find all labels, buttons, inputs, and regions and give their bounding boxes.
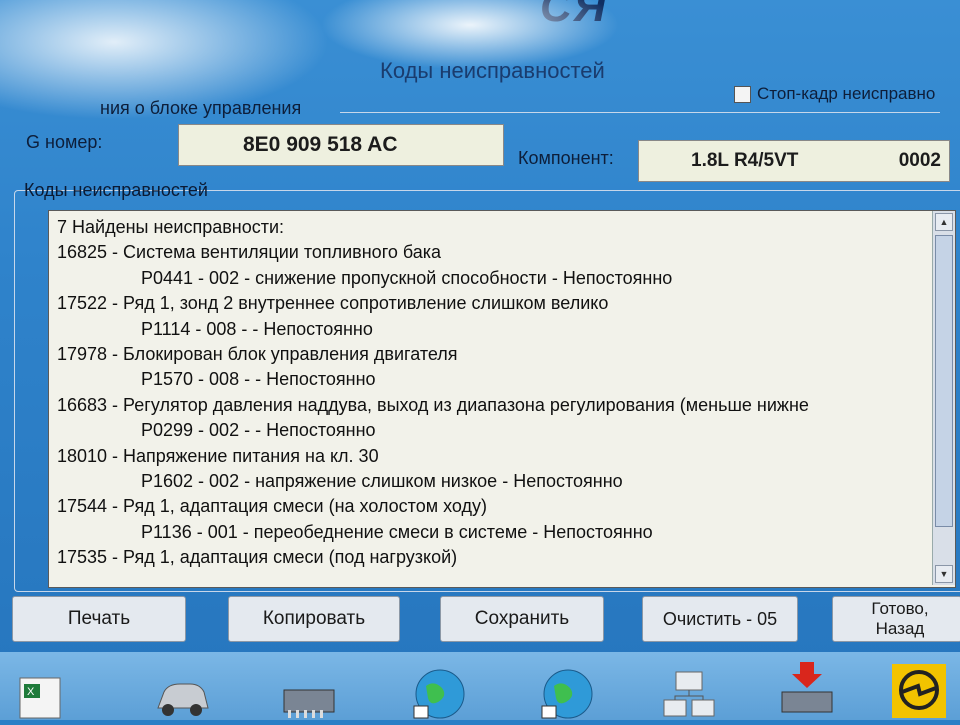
scroll-up-icon[interactable]: ▲ [935,213,953,231]
faults-scrollbar[interactable]: ▲ ▼ [932,211,955,585]
fault-code-row: 18010 - Напряжение питания на кл. 30 [57,445,379,466]
fault-codes-list[interactable]: 7 Найдены неисправности: 16825 - Система… [48,210,956,588]
part-number-field: 8E0 909 518 AC [178,124,504,166]
fault-detail-row: P1602 - 002 - напряжение слишком низкое … [141,471,623,492]
freeze-frame-label: Стоп-кадр неисправно [757,84,936,103]
copy-button[interactable]: Копировать [228,596,400,642]
fault-codes-content: 7 Найдены неисправности: 16825 - Система… [57,215,929,571]
clear-codes-button[interactable]: Очистить - 05 [642,596,798,642]
window-title: Коды неисправностей [380,58,605,83]
freeze-frame-checkbox[interactable] [734,85,751,103]
fault-code-row: 17522 - Ряд 1, зонд 2 внутреннее сопроти… [57,293,609,314]
opel-icon[interactable] [888,662,950,720]
taskbar: X [0,652,960,720]
freeze-frame-toggle[interactable]: Стоп-кадр неисправно [734,84,935,104]
fault-detail-row: P0299 - 002 - - Непостоянно [141,420,376,441]
save-button[interactable]: Сохранить [440,596,604,642]
component-code: 0002 [898,150,941,171]
done-back-button[interactable]: Готово, Назад [832,596,960,642]
fault-detail-row: P0441 - 002 - снижение пропускной способ… [141,267,673,288]
print-button[interactable]: Печать [12,596,186,642]
vcds-window: СЯ Коды неисправностей Стоп-кадр неиспра… [0,0,960,660]
part-number-label: G номер: [26,132,103,152]
component-value: 1.8L R4/5VT [691,150,799,171]
scroll-thumb[interactable] [935,235,953,527]
component-field: 1.8L R4/5VT 0002 [638,140,950,182]
part-number-value: 8E0 909 518 AC [243,133,398,156]
fault-detail-row: P1136 - 001 - переобеднение смеси в сист… [141,521,653,542]
fault-code-row: 17544 - Ряд 1, адаптация смеси (на холос… [57,496,488,517]
globe-icon[interactable] [408,662,470,720]
svg-text:X: X [27,686,35,698]
excel-icon[interactable]: X [10,662,72,720]
chip-icon[interactable] [278,662,340,720]
ecu-group-divider [340,112,940,113]
faults-summary: 7 Найдены неисправности: [57,217,285,237]
action-buttons: Печать Копировать Сохранить Очистить - 0… [0,596,960,652]
fault-code-row: 16683 - Регулятор давления наддува, выхо… [57,394,809,415]
fault-detail-row: P1570 - 008 - - Непостоянно [141,369,376,390]
fault-detail-row: P1114 - 008 - - Непостоянно [141,318,373,339]
ecu-info-group-label: ния о блоке управления [100,98,302,118]
car-icon[interactable] [150,662,212,720]
fault-code-row: 17535 - Ряд 1, адаптация смеси (под нагр… [57,547,458,568]
component-label: Компонент: [518,148,614,168]
fault-code-row: 17978 - Блокирован блок управления двига… [57,344,458,365]
fault-code-row: 16825 - Система вентиляции топливного ба… [57,242,442,263]
app-logo: СЯ [540,0,608,31]
scroll-down-icon[interactable]: ▼ [935,565,953,583]
network-icon[interactable] [658,662,720,720]
faults-group-label: Коды неисправностей [24,180,208,200]
globe-icon[interactable] [536,662,598,720]
download-chip-icon[interactable] [776,662,838,720]
